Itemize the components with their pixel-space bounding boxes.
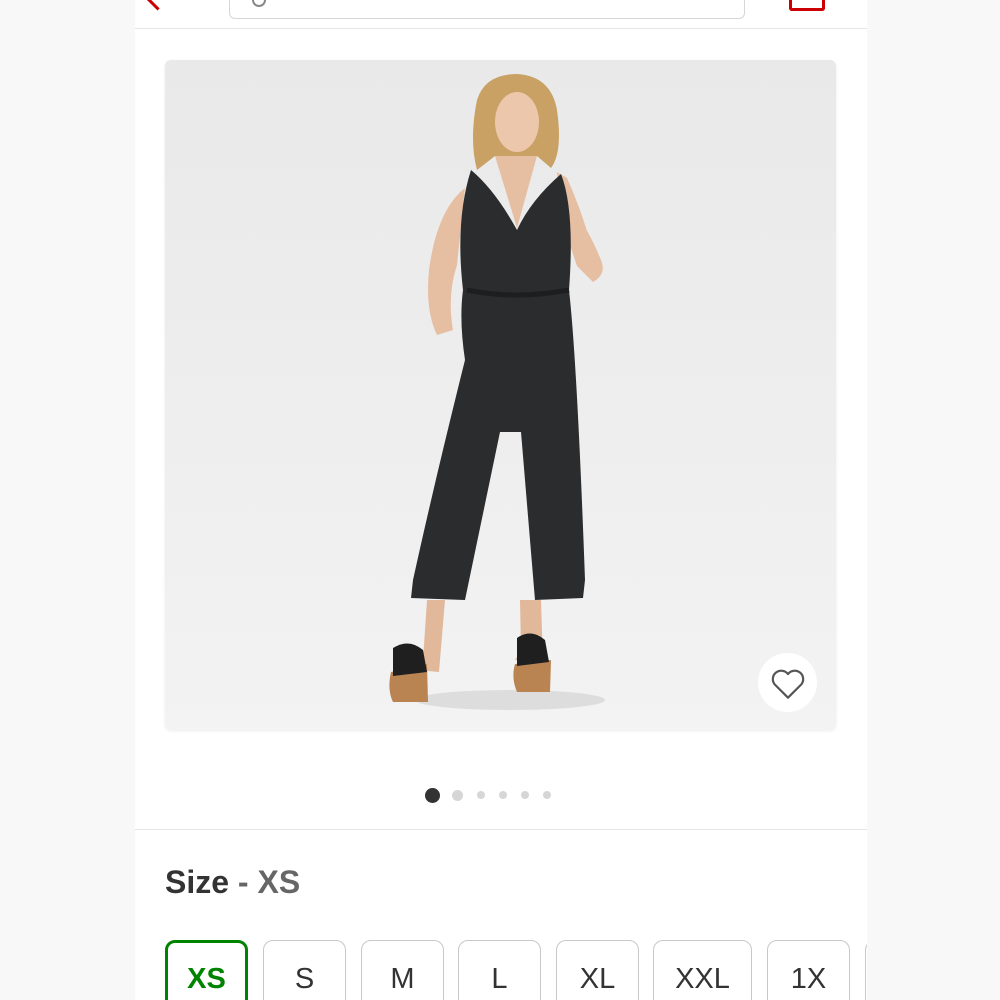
selected-size-value: XS — [257, 864, 301, 900]
carousel-dot[interactable] — [499, 791, 507, 799]
cart-icon[interactable] — [789, 0, 825, 11]
size-option-m[interactable]: M — [361, 940, 444, 1000]
right-backdrop — [867, 0, 1000, 1000]
carousel-dot[interactable] — [452, 789, 463, 801]
carousel-dot[interactable] — [477, 791, 485, 799]
back-arrow-icon[interactable] — [145, 0, 170, 11]
size-option-xs[interactable]: XS — [165, 940, 248, 1000]
search-input[interactable] — [229, 0, 745, 19]
favorite-button[interactable] — [758, 653, 817, 712]
carousel-dot[interactable] — [425, 787, 440, 803]
product-image[interactable] — [165, 60, 836, 730]
size-option-xxl[interactable]: XXL — [653, 940, 752, 1000]
size-label: Size — [165, 864, 230, 900]
section-divider — [135, 829, 867, 830]
top-bar — [135, 0, 867, 29]
size-heading: Size - XS — [165, 864, 300, 901]
carousel-dot[interactable] — [521, 791, 529, 799]
product-page: Size - XS XS S M L XL XXL 1X — [135, 0, 867, 1000]
size-option-s[interactable]: S — [263, 940, 346, 1000]
size-option-more[interactable] — [865, 940, 867, 1000]
heart-outline-icon — [771, 669, 804, 699]
size-separator: - — [237, 864, 249, 900]
product-photo — [389, 74, 605, 710]
carousel-dot[interactable] — [543, 791, 551, 799]
left-backdrop — [0, 0, 135, 1000]
size-option-1x[interactable]: 1X — [767, 940, 850, 1000]
carousel-dots — [425, 787, 565, 803]
size-option-xl[interactable]: XL — [556, 940, 639, 1000]
search-icon — [252, 0, 266, 7]
size-option-l[interactable]: L — [458, 940, 541, 1000]
